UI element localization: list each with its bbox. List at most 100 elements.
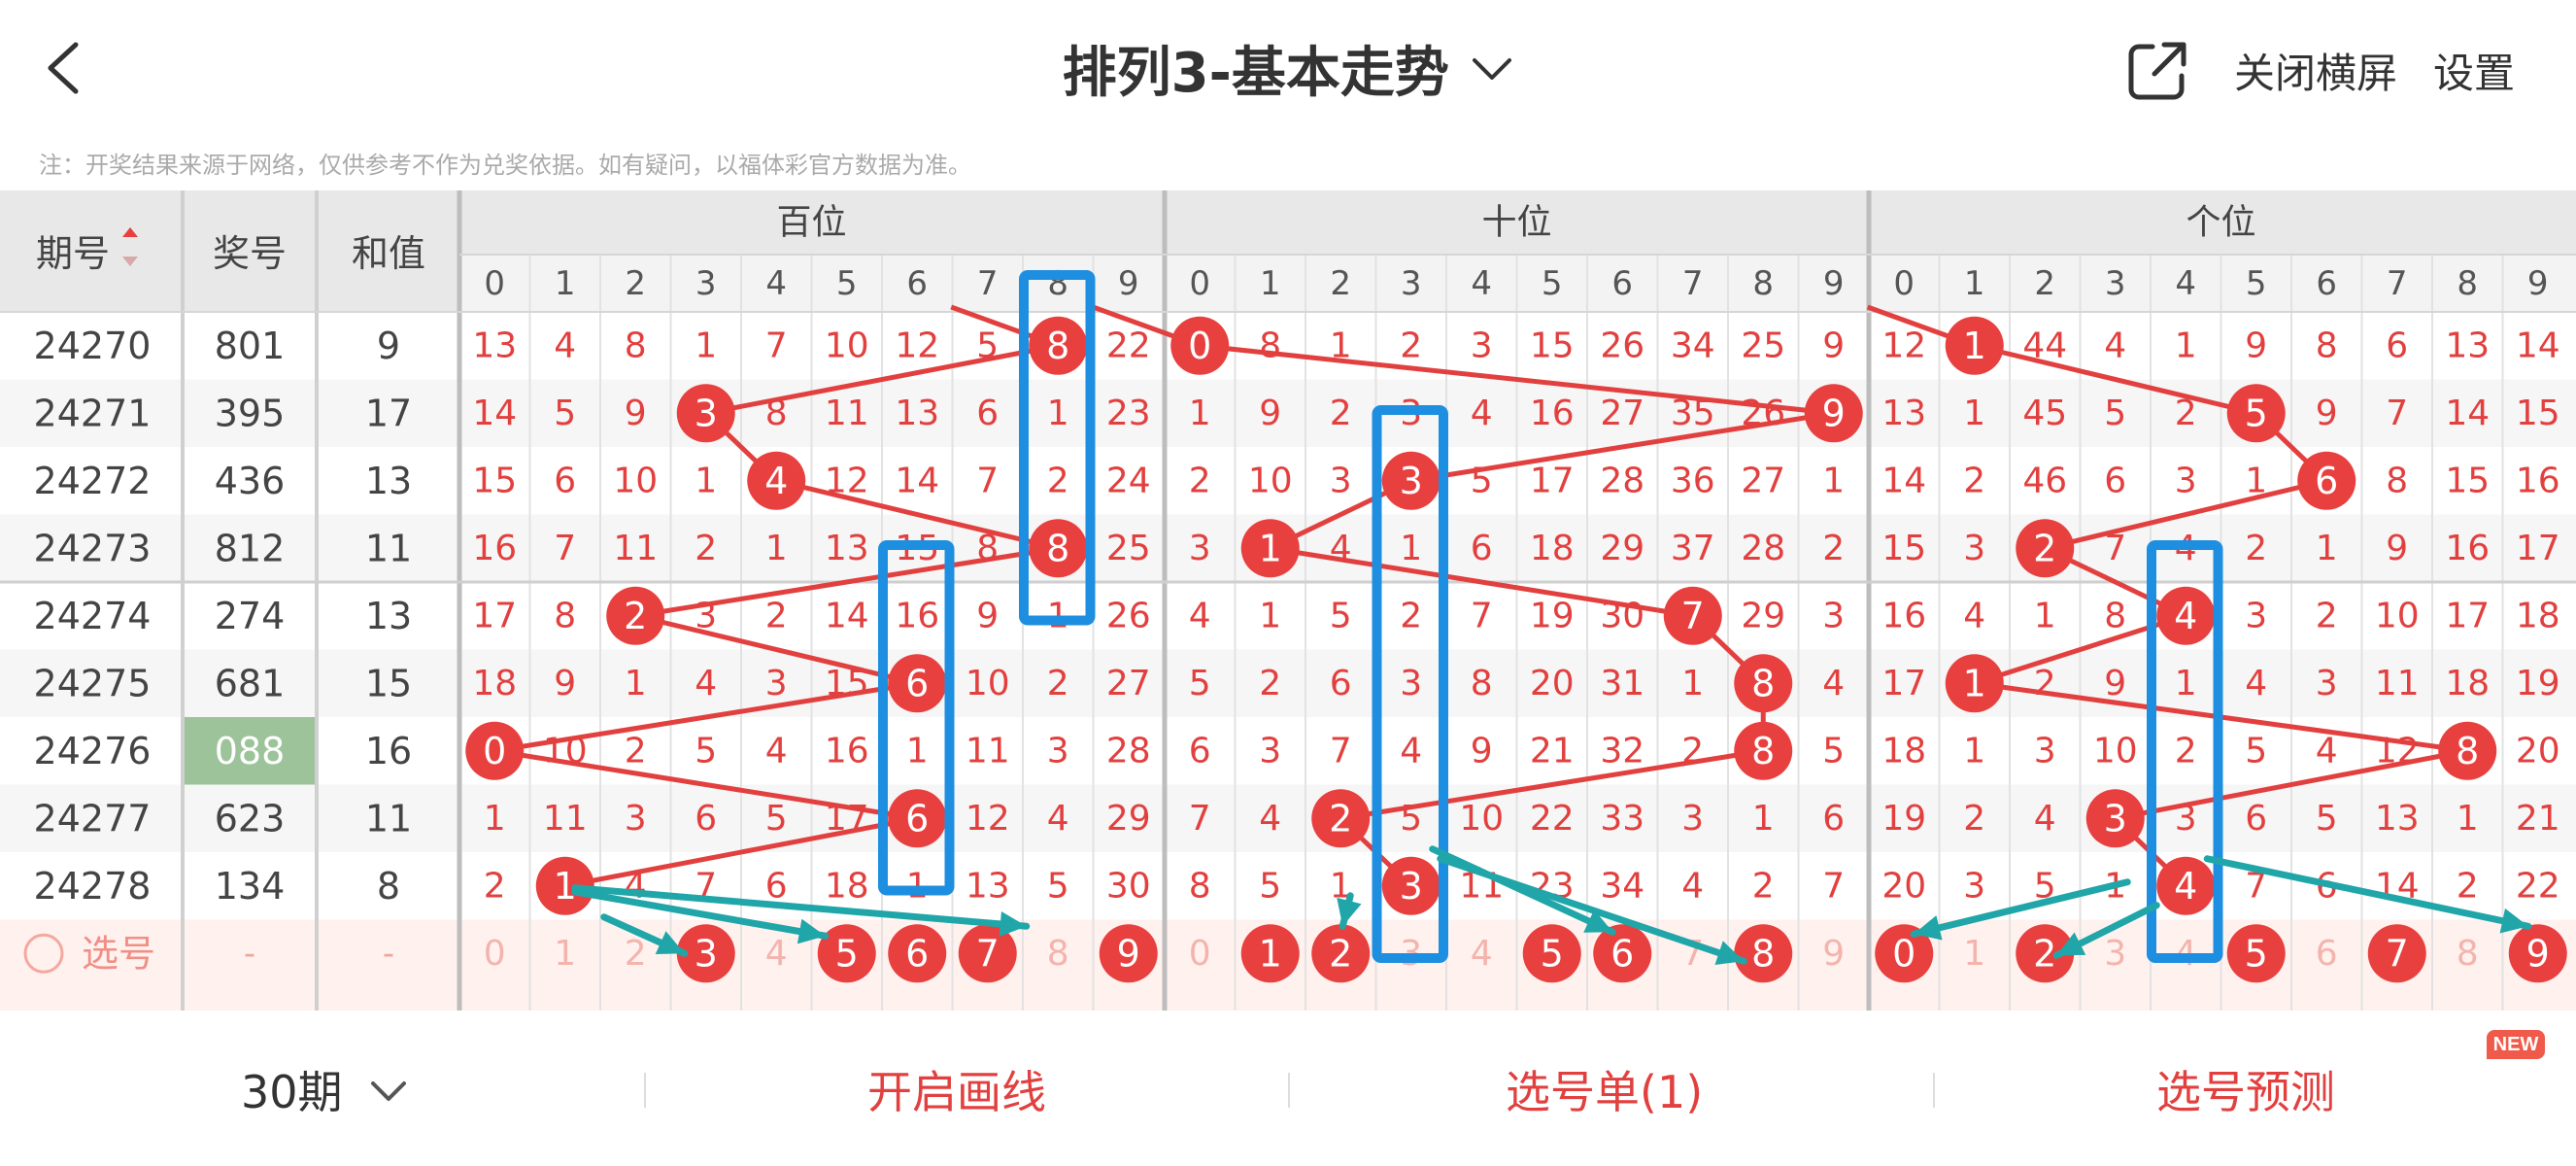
miss-count: 4	[2104, 326, 2126, 365]
miss-count: 3	[1963, 866, 1985, 906]
miss-count: 15	[2445, 461, 2490, 500]
miss-count: 5	[1400, 799, 1422, 839]
miss-count: 6	[1189, 731, 1211, 771]
miss-count: 1	[625, 664, 647, 703]
miss-count: 2	[1400, 326, 1422, 365]
miss-count: 1	[2175, 326, 2197, 365]
number-cell: 274	[215, 595, 286, 637]
miss-count: 9	[2386, 529, 2408, 568]
digit-header-label: 9	[2527, 264, 2549, 303]
miss-count: 27	[1741, 461, 1785, 500]
group-header-2: 个位	[2186, 203, 2255, 243]
digit-header-label: 6	[1611, 264, 1633, 303]
miss-count: 7	[1330, 731, 1352, 771]
miss-count: 4	[1259, 799, 1281, 839]
miss-count: 4	[1330, 529, 1352, 568]
group-header-1: 十位	[1481, 203, 1551, 243]
miss-count: 14	[2445, 394, 2490, 433]
miss-count: 29	[1600, 529, 1644, 568]
miss-count: 4	[765, 731, 788, 771]
miss-count: 8	[625, 326, 647, 365]
miss-count: 5	[1330, 596, 1352, 635]
miss-count: 4	[554, 326, 576, 365]
miss-count: 3	[2175, 799, 2197, 839]
top-bar: 排列3-基本走势 关闭横屏 设置	[0, 0, 2576, 146]
selected-number: 7	[976, 932, 1000, 975]
miss-count: 2	[2316, 596, 2338, 635]
miss-count: 15	[2516, 394, 2560, 433]
miss-count: 10	[966, 664, 1010, 703]
digit-header-label: 0	[1189, 264, 1210, 303]
settings-button[interactable]: 设置	[2433, 41, 2515, 100]
miss-count: 16	[2445, 529, 2490, 568]
miss-count: 7	[1471, 596, 1493, 635]
select-label: 选号	[82, 932, 155, 975]
digit-header-label: 9	[1823, 264, 1845, 303]
miss-count: 1	[1259, 596, 1281, 635]
digit-header-label: 7	[2387, 264, 2408, 303]
miss-count: 10	[1459, 799, 1504, 839]
miss-count: 9	[2104, 664, 2126, 703]
hit-number: 3	[1400, 865, 1423, 908]
miss-count: 5	[1259, 866, 1281, 906]
miss-count: 4	[1047, 799, 1069, 839]
miss-count: 1	[1400, 529, 1422, 568]
miss-count: 34	[1671, 326, 1715, 365]
miss-count: 10	[543, 731, 588, 771]
miss-count: 5	[765, 799, 788, 839]
miss-count: 3	[1047, 731, 1069, 771]
miss-count: 6	[2386, 326, 2408, 365]
hit-number: 4	[764, 460, 788, 502]
digit-header-label: 6	[2316, 264, 2337, 303]
miss-count: 1	[1047, 394, 1069, 433]
miss-count: 14	[1881, 461, 1926, 500]
digit-header-label: 8	[1752, 264, 1774, 303]
draw-line-button[interactable]: 开启画线	[867, 1057, 1046, 1121]
miss-count: 7	[1189, 799, 1211, 839]
period-selector[interactable]: 30期	[241, 1057, 343, 1121]
chevron-down-icon[interactable]	[1471, 54, 1513, 84]
digit-header-label: 2	[1330, 264, 1351, 303]
miss-count: 33	[1600, 799, 1644, 839]
miss-count: 19	[1881, 799, 1926, 839]
chevron-down-icon[interactable]	[369, 1079, 408, 1104]
miss-count: 9	[1822, 326, 1845, 365]
page-title[interactable]: 排列3-基本走势	[1063, 29, 1449, 108]
miss-count: 7	[765, 326, 788, 365]
select-dash: -	[244, 934, 255, 973]
miss-count: 8	[2386, 461, 2408, 500]
hit-number: 9	[1822, 392, 1846, 434]
issue-cell: 24271	[34, 392, 152, 434]
miss-count: 6	[554, 461, 576, 500]
miss-count: 12	[1881, 326, 1926, 365]
miss-count: 10	[1248, 461, 1293, 500]
miss-count: 13	[2375, 799, 2420, 839]
title-bar[interactable]: 排列3-基本走势	[0, 29, 2576, 108]
selection-list-button[interactable]: 选号单(1)	[1506, 1057, 1703, 1121]
miss-count: 3	[2316, 664, 2338, 703]
miss-count: 2	[1963, 799, 1985, 839]
miss-count: 5	[695, 731, 717, 771]
miss-count: 9	[1259, 394, 1281, 433]
prediction-button[interactable]: 选号预测	[2156, 1057, 2335, 1121]
hit-number: 0	[483, 730, 506, 772]
miss-count: 4	[1471, 394, 1493, 433]
new-badge: NEW	[2487, 1030, 2545, 1059]
miss-count: 1	[1822, 461, 1845, 500]
miss-count: 18	[2516, 596, 2560, 635]
hit-number: 0	[1188, 325, 1211, 367]
miss-count: 26	[1600, 326, 1644, 365]
close-landscape-button[interactable]: 关闭横屏	[2234, 41, 2397, 100]
miss-count: 28	[1106, 731, 1151, 771]
share-icon[interactable]	[2125, 39, 2189, 103]
miss-count: 2	[1822, 529, 1845, 568]
miss-count: 8	[765, 394, 788, 433]
miss-count: 4	[1963, 596, 1985, 635]
miss-count: 5	[2245, 731, 2267, 771]
hit-number: 1	[1963, 662, 1986, 704]
hit-number: 8	[1751, 662, 1775, 704]
miss-count: 8	[1189, 866, 1211, 906]
miss-count: 13	[895, 394, 939, 433]
miss-count: 11	[2375, 664, 2420, 703]
sum-cell: 13	[365, 595, 412, 637]
